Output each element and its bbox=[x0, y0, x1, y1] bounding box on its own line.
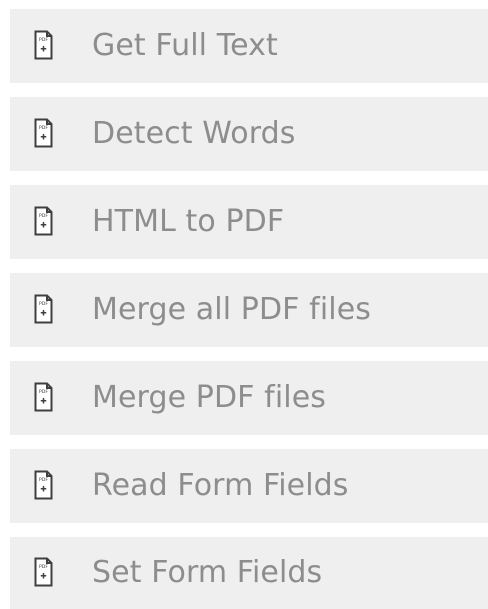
pdf-file-icon: PDF bbox=[33, 469, 54, 501]
menu-item-label: Get Full Text bbox=[92, 28, 278, 63]
menu-item-label: Read Form Fields bbox=[92, 468, 349, 503]
pdf-file-icon: PDF bbox=[33, 556, 54, 588]
menu-item-set-form-fields[interactable]: PDF Set Form Fields bbox=[10, 537, 488, 609]
menu-item-label: Set Form Fields bbox=[92, 555, 323, 590]
menu-item-detect-words[interactable]: PDF Detect Words bbox=[10, 97, 488, 171]
pdf-file-icon: PDF bbox=[33, 205, 54, 237]
svg-text:PDF: PDF bbox=[39, 37, 48, 43]
svg-text:PDF: PDF bbox=[39, 564, 48, 570]
menu-item-label: HTML to PDF bbox=[92, 204, 285, 239]
svg-text:PDF: PDF bbox=[39, 213, 48, 219]
pdf-file-icon: PDF bbox=[33, 29, 54, 61]
menu-item-label: Merge PDF files bbox=[92, 380, 326, 415]
svg-text:PDF: PDF bbox=[39, 301, 48, 307]
menu-item-label: Detect Words bbox=[92, 116, 296, 151]
menu-item-merge-all-pdf-files[interactable]: PDF Merge all PDF files bbox=[10, 273, 488, 347]
pdf-file-icon: PDF bbox=[33, 381, 54, 413]
action-menu: PDF Get Full Text PDF Detect Words PDF H… bbox=[10, 9, 488, 609]
svg-text:PDF: PDF bbox=[39, 389, 48, 395]
pdf-file-icon: PDF bbox=[33, 293, 54, 325]
svg-text:PDF: PDF bbox=[39, 125, 48, 131]
pdf-file-icon: PDF bbox=[33, 117, 54, 149]
menu-item-merge-pdf-files[interactable]: PDF Merge PDF files bbox=[10, 361, 488, 435]
menu-item-get-full-text[interactable]: PDF Get Full Text bbox=[10, 9, 488, 83]
svg-text:PDF: PDF bbox=[39, 477, 48, 483]
menu-item-read-form-fields[interactable]: PDF Read Form Fields bbox=[10, 449, 488, 523]
menu-item-label: Merge all PDF files bbox=[92, 292, 371, 327]
menu-item-html-to-pdf[interactable]: PDF HTML to PDF bbox=[10, 185, 488, 259]
